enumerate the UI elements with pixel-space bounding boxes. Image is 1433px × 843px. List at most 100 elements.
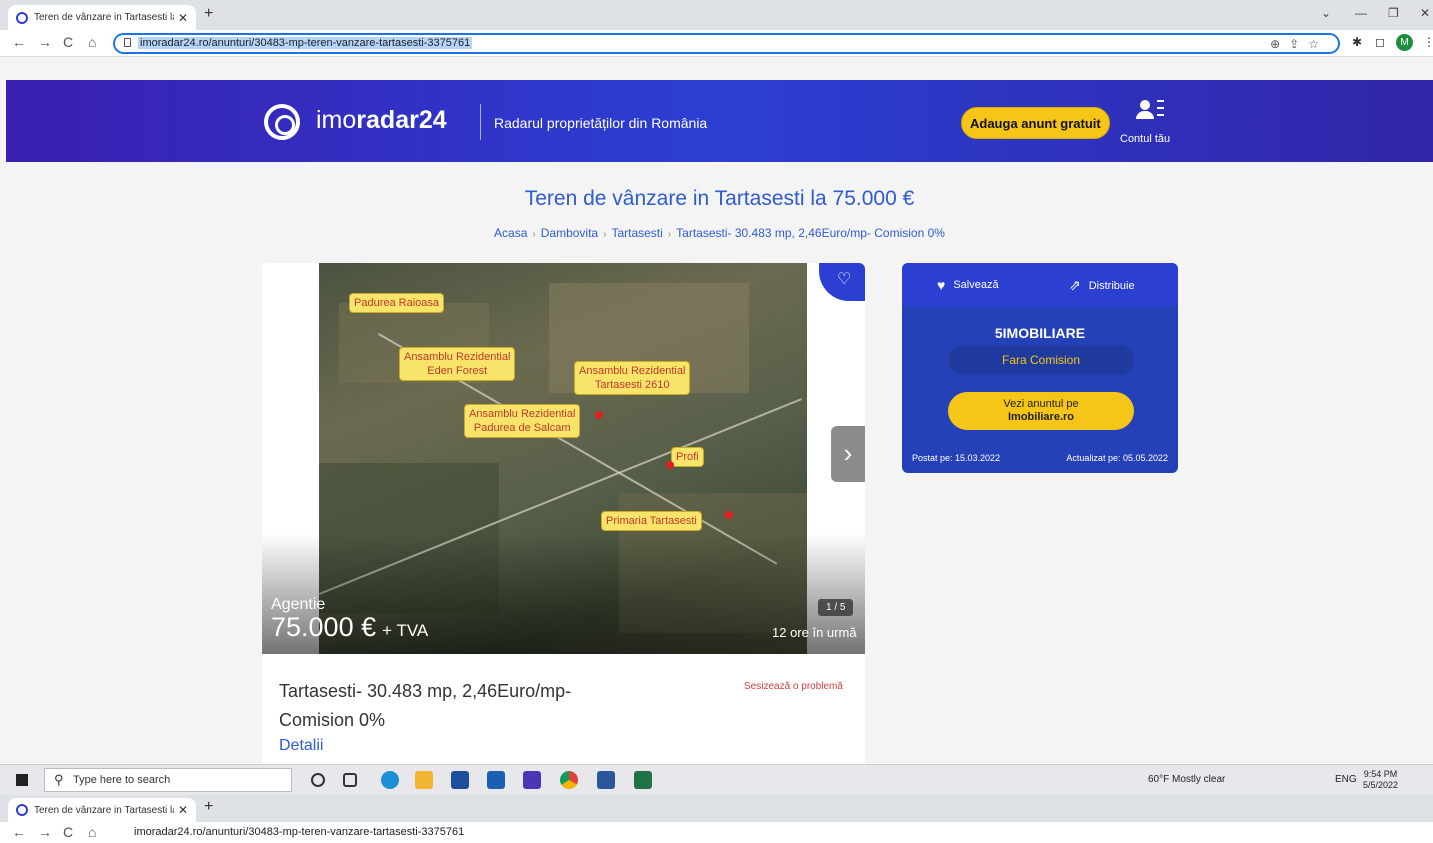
side-panel-icon[interactable]: ◻ (1375, 35, 1385, 49)
home-button[interactable]: ⌂ (88, 824, 96, 840)
extensions-icon[interactable]: ✱ (1352, 35, 1362, 49)
mail-icon[interactable] (487, 771, 505, 789)
browser-menu-icon[interactable]: ⋮ (1423, 35, 1433, 49)
forward-button[interactable]: → (38, 824, 52, 840)
save-label: Salvează (953, 279, 999, 291)
address-bar[interactable]: imoradar24.ro/anunturi/30483-mp-teren-va… (113, 33, 1340, 54)
back-button[interactable]: ← (12, 824, 26, 840)
tab-close-icon[interactable]: ✕ (178, 803, 188, 817)
page-title: Teren de vânzare in Tartasesti la 75.000… (524, 187, 915, 210)
posted-ago: 12 ore în urmă (772, 625, 857, 640)
tab-search-chevron-icon[interactable]: ⌄ (1321, 6, 1331, 20)
home-button[interactable]: ⌂ (88, 34, 96, 50)
listing-price: 75.000 € + TVA (271, 612, 428, 643)
breadcrumb-locality[interactable]: Tartasesti (611, 226, 662, 240)
site-logo[interactable]: imoradar24 (316, 106, 447, 135)
file-explorer-icon[interactable] (415, 771, 433, 789)
lock-icon (124, 38, 131, 47)
reload-button[interactable]: C (63, 34, 73, 50)
map-label: Primaria Tartasesti (601, 511, 702, 531)
share-button[interactable]: ⇗ Distribuie (1069, 277, 1135, 294)
save-button[interactable]: ♥ Salvează (937, 277, 999, 293)
system-clock[interactable]: 9:54 PM 5/5/2022 (1363, 769, 1398, 791)
breadcrumb-county[interactable]: Dambovita (541, 226, 598, 240)
task-view-icon[interactable] (343, 773, 357, 787)
heart-icon: ♥ (937, 277, 946, 293)
share-label: Distribuie (1088, 279, 1135, 292)
heart-outline-icon: ♡ (837, 271, 852, 288)
site-header: imoradar24 Radarul proprietăților din Ro… (6, 80, 1433, 162)
map-label: Ansamblu Rezidential Eden Forest (399, 347, 516, 381)
web-page: imoradar24 Radarul proprietăților din Ro… (6, 57, 1433, 764)
chrome-icon[interactable] (560, 771, 578, 789)
app-icon[interactable] (523, 771, 541, 789)
forward-button[interactable]: → (38, 34, 52, 50)
edge-icon[interactable] (381, 771, 399, 789)
taskbar-search-input[interactable]: Type here to search (44, 768, 292, 792)
weather-text[interactable]: 60°F Mostly clear (1148, 774, 1225, 785)
word-icon[interactable] (597, 771, 615, 789)
view-on-label: Vezi anuntul pe (1003, 398, 1079, 410)
breadcrumb-home[interactable]: Acasa (494, 226, 527, 240)
map-label: Ansamblu Rezidential Padurea de Salcam (464, 404, 581, 438)
breadcrumb-listing[interactable]: Tartasesti- 30.483 mp, 2,46Euro/mp- Comi… (676, 226, 945, 240)
listing-title: Tartasesti- 30.483 mp, 2,46Euro/mp- Comi… (279, 681, 572, 730)
panel-actions: ♥ Salvează ⇗ Distribuie (902, 263, 1178, 306)
close-window-button[interactable]: ✕ (1420, 6, 1430, 20)
excel-icon[interactable] (634, 771, 652, 789)
clock-time: 9:54 PM (1363, 769, 1398, 779)
address-bar-row: ← → C ⌂ imoradar24.ro/anunturi/30483-mp-… (0, 30, 1433, 57)
logo-text-light: imo (316, 106, 357, 134)
language-indicator[interactable]: ENG (1335, 774, 1357, 785)
price-suffix: + TVA (382, 621, 429, 640)
store-icon[interactable] (451, 771, 469, 789)
cortana-icon[interactable] (311, 773, 325, 787)
account-menu-icon[interactable] (1134, 100, 1174, 126)
windows-start-icon[interactable] (16, 774, 28, 786)
updated-date: Actualizat pe: 05.05.2022 (1066, 453, 1168, 463)
agency-name[interactable]: 5IMOBILIARE (902, 325, 1178, 341)
profile-avatar[interactable]: M (1396, 34, 1413, 51)
account-label[interactable]: Contul tău (1120, 133, 1170, 145)
favorite-button[interactable]: ♡ (819, 263, 865, 301)
report-problem-link[interactable]: Sesizează o problemă (744, 681, 843, 692)
second-tab-strip: Teren de vânzare in Tartasesti la ✕ + (0, 795, 1433, 822)
add-listing-button[interactable]: Adauga anunt gratuit (961, 107, 1110, 139)
tagline: Radarul proprietăților din România (494, 115, 708, 131)
map-label: Profi (671, 447, 704, 467)
breadcrumb-separator: › (532, 229, 536, 240)
no-commission-badge: Fara Comision (948, 345, 1134, 375)
logo-text-bold: radar24 (356, 106, 447, 134)
second-browser-tab[interactable]: Teren de vânzare in Tartasesti la ✕ (8, 798, 196, 822)
external-site-name: Imobiliare.ro (1007, 411, 1075, 423)
view-on-imobiliare-button[interactable]: Vezi anuntul pe Imobiliare.ro (948, 392, 1134, 430)
minimize-button[interactable]: — (1355, 6, 1367, 20)
details-link[interactable]: Detalii (279, 737, 323, 755)
map-pin-icon (595, 411, 603, 419)
back-button[interactable]: ← (12, 34, 26, 50)
map-label-line: Ansamblu Rezidential (469, 408, 576, 420)
map-label-line: Tartasesti 2610 (594, 379, 670, 391)
new-tab-button[interactable]: + (204, 5, 213, 23)
listing-photo[interactable]: Padurea Raioasa Ansamblu Rezidential Eden… (262, 263, 865, 654)
site-favicon-icon (16, 11, 28, 24)
logo-divider (480, 104, 481, 140)
listing-card: Padurea Raioasa Ansamblu Rezidential Eden… (262, 263, 865, 764)
reload-button[interactable]: C (63, 824, 73, 840)
url-text[interactable]: imoradar24.ro/anunturi/30483-mp-teren-va… (138, 37, 473, 49)
next-photo-button[interactable]: › (831, 426, 865, 482)
browser-tab[interactable]: Teren de vânzare in Tartasesti la ✕ (8, 5, 196, 30)
map-label-line: Ansamblu Rezidential (579, 365, 686, 377)
menu-lines-icon (1157, 100, 1164, 116)
url-text[interactable]: imoradar24.ro/anunturi/30483-mp-teren-va… (134, 826, 464, 838)
tab-close-icon[interactable]: ✕ (178, 11, 188, 25)
share-icon: ⇗ (1069, 277, 1081, 293)
tab-strip: Teren de vânzare in Tartasesti la ✕ + ⌄ … (0, 0, 1433, 30)
agency-panel: ♥ Salvează ⇗ Distribuie 5IMOBILIARE Fara C… (902, 263, 1178, 473)
omnibox-action-icons[interactable]: ⊕⇪☆ (1270, 37, 1328, 51)
radar-logo-icon[interactable] (264, 104, 300, 140)
new-tab-button[interactable]: + (204, 798, 213, 816)
breadcrumb-separator: › (603, 229, 607, 240)
site-favicon-icon (16, 804, 28, 816)
restore-button[interactable]: ❐ (1388, 6, 1399, 20)
